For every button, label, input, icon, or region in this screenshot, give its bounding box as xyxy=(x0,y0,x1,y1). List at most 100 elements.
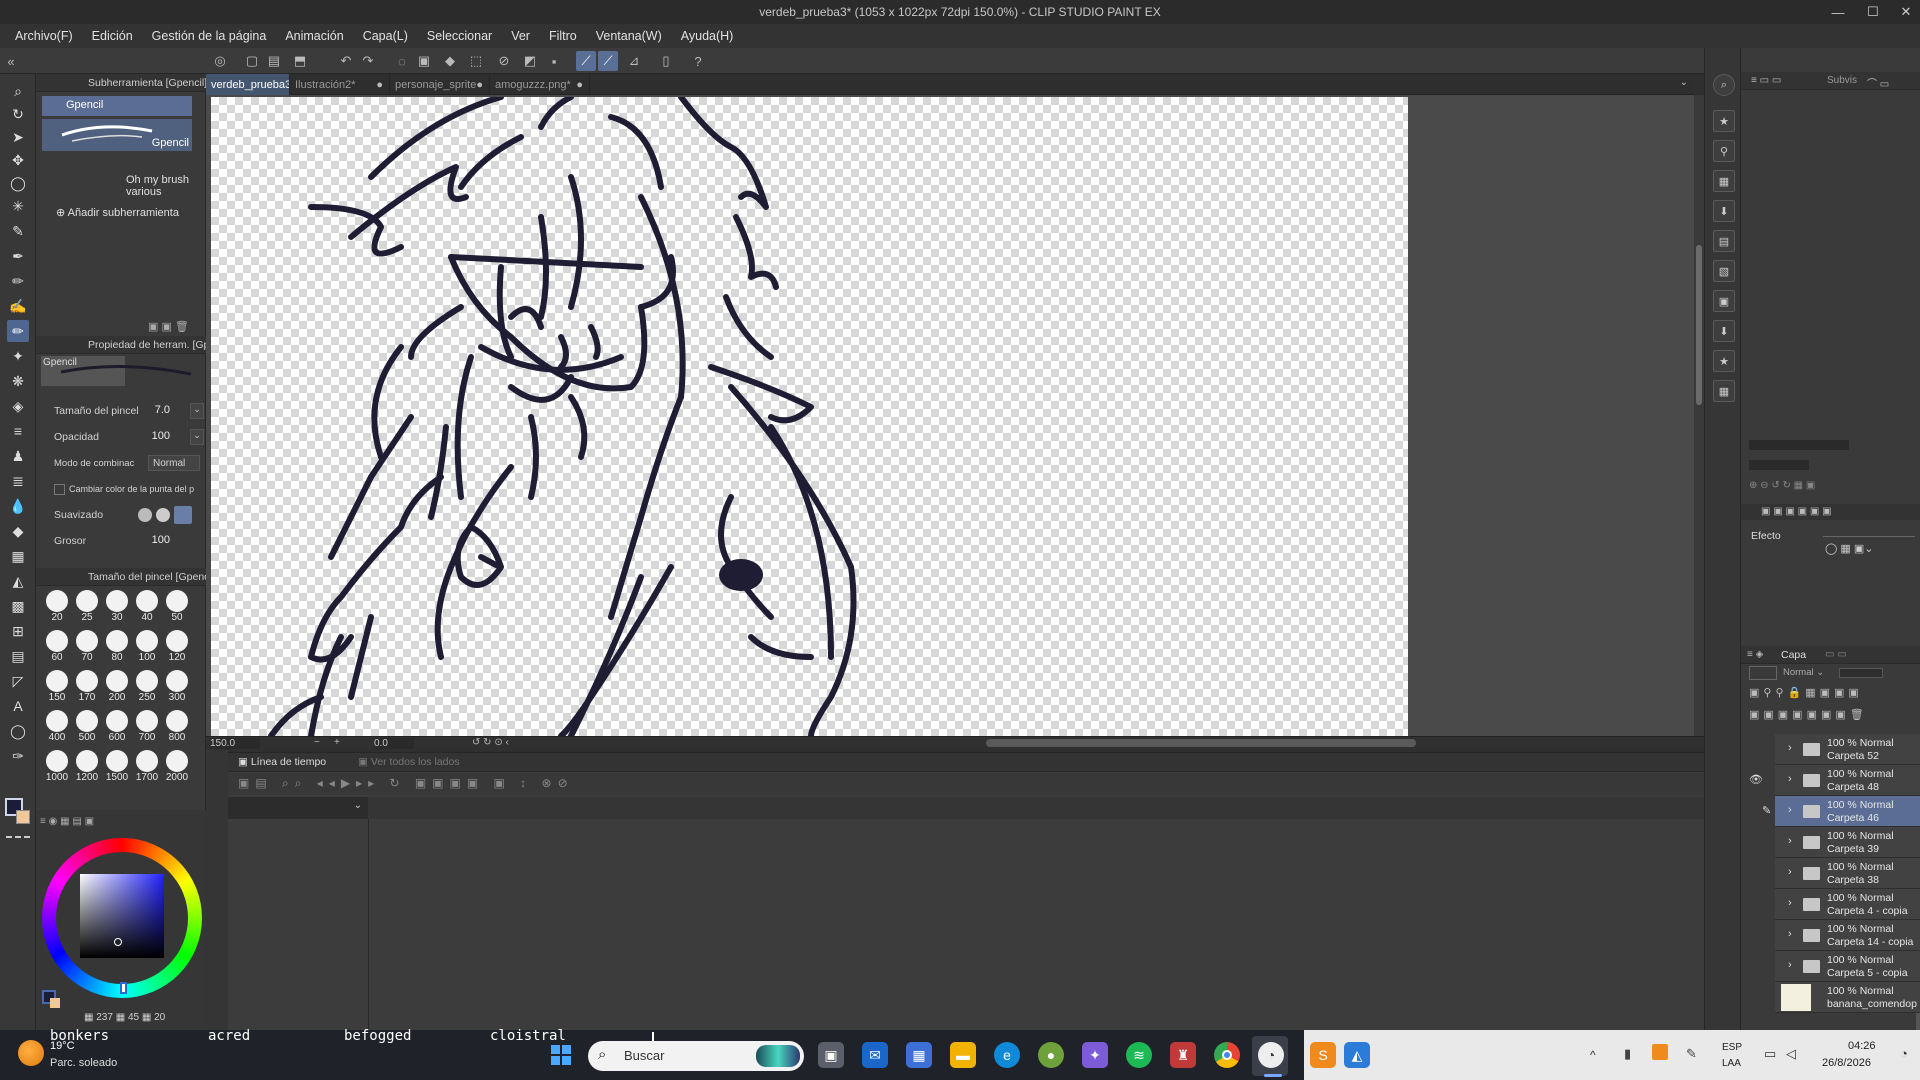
rotate-tool-icon[interactable]: ↻ xyxy=(7,103,29,125)
blend-mode-row[interactable]: Modo de combinac Normal xyxy=(54,452,204,474)
material-icon-8[interactable]: ⬇ xyxy=(1713,320,1735,342)
fill-tool-icon[interactable]: ◭ xyxy=(7,570,29,592)
tray-app-icon[interactable] xyxy=(1652,1044,1668,1060)
layer-visibility-toggle[interactable] xyxy=(1749,804,1763,818)
material-icon-7[interactable]: ▣ xyxy=(1713,290,1735,312)
navigator-rotate-slider[interactable] xyxy=(1749,460,1809,470)
brush-size-80[interactable] xyxy=(106,630,128,652)
smoothing-row[interactable]: Suavizado xyxy=(54,504,204,526)
layer-row[interactable]: 100 % Normal banana_comendop xyxy=(1775,982,1920,1013)
timeline-ruler[interactable] xyxy=(368,797,1704,819)
layer-row[interactable]: › 100 % Normal Carpeta 5 - copia xyxy=(1775,951,1920,982)
transform-icon[interactable]: ⬚ xyxy=(466,51,486,71)
keyboard-layout[interactable]: LAA xyxy=(1722,1058,1741,1069)
open-file-icon[interactable]: ▤ xyxy=(264,51,284,71)
brush-size-1700[interactable] xyxy=(136,750,158,772)
list-icon[interactable]: ≣ xyxy=(7,470,29,492)
redo-icon[interactable]: ↷ xyxy=(358,51,378,71)
tab-close-icon[interactable]: ● xyxy=(476,79,483,91)
effect-icons[interactable]: ◯ ▦ ▣⌄ xyxy=(1825,542,1915,560)
blend-tool-icon[interactable]: ♟ xyxy=(7,445,29,467)
thickness-value[interactable]: 100 xyxy=(152,534,170,546)
menu-animacion[interactable]: Animación xyxy=(285,29,343,43)
opacity-dropdown-icon[interactable]: ⌄ xyxy=(190,429,204,445)
fill-icon[interactable]: ◆ xyxy=(440,51,460,71)
brush-size-500[interactable] xyxy=(76,710,98,732)
game-app-icon[interactable]: ● xyxy=(1038,1042,1064,1068)
clip-studio-taskbar-icon[interactable]: ◔ xyxy=(1258,1042,1284,1068)
brush-size-170[interactable] xyxy=(76,670,98,692)
minimize-button[interactable]: — xyxy=(1825,0,1851,24)
close-button[interactable]: ✕ xyxy=(1893,0,1919,24)
tip-color-checkbox[interactable] xyxy=(54,483,65,495)
decoration-tool-icon[interactable]: ❋ xyxy=(7,370,29,392)
subview-tab-icons[interactable]: ≡ ▭ ▭ xyxy=(1751,75,1781,86)
menu-ver[interactable]: Ver xyxy=(511,29,530,43)
chevron-right-icon[interactable]: › xyxy=(1788,928,1792,940)
brush-size-60[interactable] xyxy=(46,630,68,652)
sublime-icon[interactable]: S xyxy=(1310,1042,1336,1068)
snap-ruler-icon[interactable]: ⟋ xyxy=(576,51,596,71)
ruler-tool-icon[interactable]: ◸ xyxy=(7,670,29,692)
object-tool-icon[interactable]: ➤ xyxy=(7,126,29,148)
canvas-vertical-scrollbar[interactable] xyxy=(1694,95,1704,736)
property-tabs[interactable]: ▣ ▣ ▣ ▣ ▣ ▣ xyxy=(1741,504,1920,520)
chevron-right-icon[interactable]: › xyxy=(1788,773,1792,785)
layer-row[interactable]: › 100 % Normal Carpeta 39 xyxy=(1775,827,1920,858)
tray-usb-icon[interactable]: ▮ xyxy=(1624,1046,1631,1062)
brush-size-100[interactable] xyxy=(136,630,158,652)
layer-visibility-toggle[interactable] xyxy=(1749,959,1763,973)
balloon-tool-icon[interactable]: ◯ xyxy=(7,720,29,742)
navigator-icon[interactable]: ⌕ xyxy=(1713,74,1735,96)
layer-row[interactable]: › 100 % Normal Carpeta 4 - copia xyxy=(1775,889,1920,920)
text-tool-icon[interactable]: A xyxy=(7,695,29,717)
brush-size-600[interactable] xyxy=(106,710,128,732)
airbrush-tool-icon[interactable]: ✦ xyxy=(7,345,29,367)
pencil-tool-icon[interactable]: ✏ xyxy=(7,270,29,292)
brush-size-2000[interactable] xyxy=(166,750,188,772)
smooth-option-2[interactable] xyxy=(156,508,170,522)
network-icon[interactable]: ▭ xyxy=(1764,1046,1776,1062)
menu-archivo[interactable]: Archivo(F) xyxy=(15,29,73,43)
material-icon-3[interactable]: ▦ xyxy=(1713,170,1735,192)
photo-app-icon[interactable]: ◭ xyxy=(1344,1042,1370,1068)
brush-size-dropdown-icon[interactable]: ⌄ xyxy=(190,403,204,419)
subview-tab[interactable]: Subvis xyxy=(1827,75,1857,86)
color-tool-icon[interactable]: ◈ xyxy=(7,395,29,417)
timeline-controls[interactable]: ▣▤ ⌕⌕ ◂◂▶▸▸ ↻ ▣▣▣▣ ▣ ↕ ⊗⊘ xyxy=(228,773,1704,795)
layer-opacity-slider[interactable] xyxy=(1839,668,1883,678)
store-icon[interactable]: ▦ xyxy=(906,1042,932,1068)
material-icon-1[interactable]: ★ xyxy=(1713,110,1735,132)
brush-size-250[interactable] xyxy=(136,670,158,692)
menu-gestion-pagina[interactable]: Gestión de la página xyxy=(152,29,267,43)
magic-wand-tool-icon[interactable]: ✳ xyxy=(7,195,29,217)
move-layer-tool-icon[interactable]: ✥ xyxy=(7,149,29,171)
color-picker-cursor[interactable] xyxy=(114,938,122,946)
layer-visibility-toggle[interactable] xyxy=(1749,866,1763,880)
invert-selection-icon[interactable]: ◩ xyxy=(520,51,540,71)
brush-size-value[interactable]: 7.0 xyxy=(155,404,170,416)
layer-tab[interactable]: Capa xyxy=(1781,649,1806,661)
layer-visibility-toggle[interactable] xyxy=(1749,990,1763,1004)
material-icon-4[interactable]: ⬇ xyxy=(1713,200,1735,222)
zoom-value[interactable]: 150.0 xyxy=(210,738,260,749)
water-drop-icon[interactable]: 💧 xyxy=(7,495,29,517)
weather-desc[interactable]: Parc. soleado xyxy=(50,1057,117,1069)
rotation-value[interactable]: 0.0 xyxy=(374,738,414,749)
game-character-icon[interactable]: ♜ xyxy=(1170,1042,1196,1068)
spotify-icon[interactable]: ≋ xyxy=(1126,1042,1152,1068)
vertical-scroll-thumb[interactable] xyxy=(1696,245,1702,405)
snap-grid-icon[interactable]: ⊿ xyxy=(624,51,644,71)
chevron-right-icon[interactable]: › xyxy=(1788,742,1792,754)
hue-picker-cursor[interactable] xyxy=(120,982,127,994)
layer-color-mode-select[interactable] xyxy=(1749,666,1777,680)
zoom-in-icon[interactable]: + xyxy=(334,737,340,748)
brush-size-25[interactable] xyxy=(76,590,98,612)
brush-size-400[interactable] xyxy=(46,710,68,732)
layer-row[interactable]: › 100 % Normal Carpeta 14 - copia xyxy=(1775,920,1920,951)
brush-size-150[interactable] xyxy=(46,670,68,692)
brush-size-800[interactable] xyxy=(166,710,188,732)
taskbar-search-box[interactable]: ⌕ Buscar xyxy=(588,1041,804,1071)
lasso-tool-icon[interactable]: ◯ xyxy=(7,172,29,194)
opacity-row[interactable]: Opacidad 100 ⌄ xyxy=(54,426,204,448)
